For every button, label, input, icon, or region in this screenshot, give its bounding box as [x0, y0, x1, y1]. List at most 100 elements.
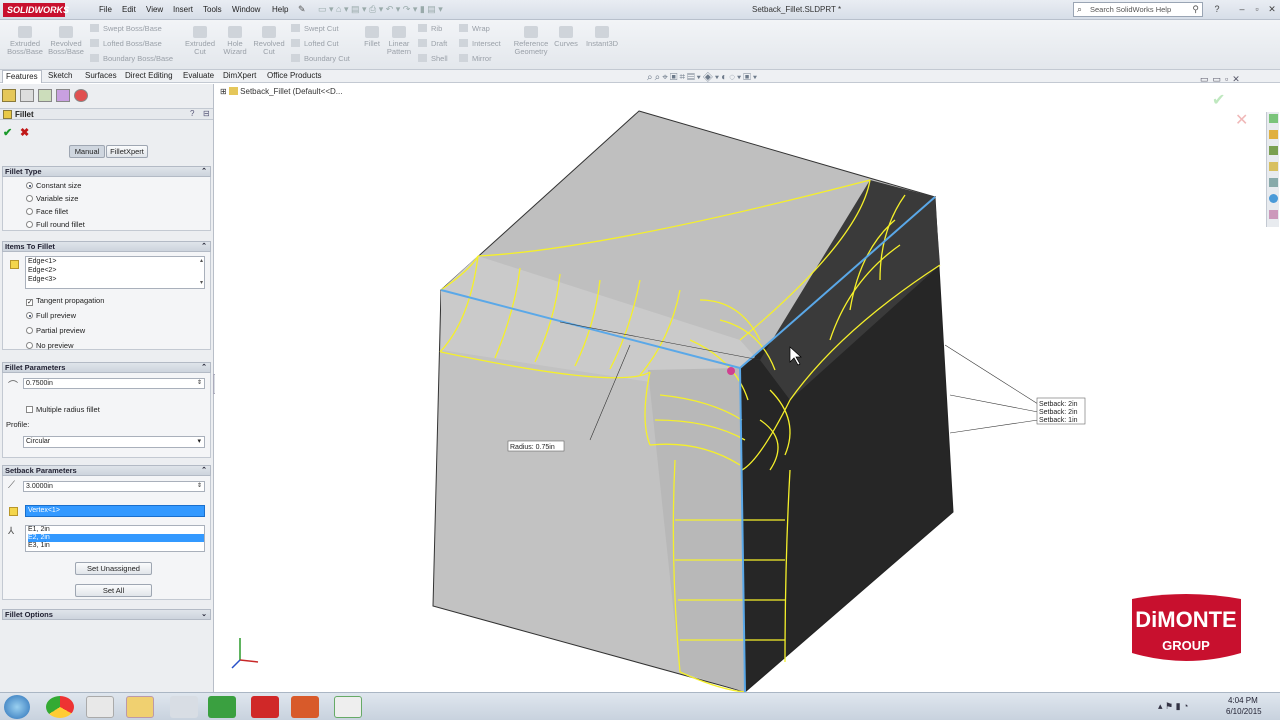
- custom-properties-icon[interactable]: [1269, 210, 1278, 219]
- tab-direct-editing[interactable]: Direct Editing: [122, 70, 176, 83]
- items-to-fillet-header[interactable]: Items To Fillet ⌃: [2, 241, 211, 252]
- edge-list[interactable]: Edge<1> Edge<2> Edge<3> ▴ ▾: [25, 256, 205, 289]
- model-canvas[interactable]: Radius: 0.75in Setback: 2in Setback: 2in…: [215, 84, 1280, 692]
- tab-dimxpert[interactable]: DimXpert: [220, 70, 259, 83]
- boundary-boss-button[interactable]: Boundary Boss/Base: [90, 54, 173, 63]
- solidworks-taskbar-icon[interactable]: [251, 696, 279, 718]
- full-round-fillet-radio[interactable]: Full round fillet: [26, 220, 85, 229]
- heads-up-view-toolbar[interactable]: ⌕⌕⌖▣⌗▤▾◈▾◐◌▾▣▾: [647, 72, 759, 83]
- clock-time[interactable]: 4:04 PM: [1228, 696, 1258, 705]
- feature-manager-icon[interactable]: [2, 89, 16, 102]
- tab-features[interactable]: Features: [2, 70, 42, 83]
- setback-distance-input[interactable]: 3.0000in ⇕: [23, 481, 205, 492]
- fillet-type-header[interactable]: Fillet Type ⌃: [2, 166, 211, 177]
- menu-tools[interactable]: Tools: [203, 5, 222, 14]
- variable-size-radio[interactable]: Variable size: [26, 194, 78, 203]
- chrome-icon[interactable]: [46, 696, 74, 718]
- design-library-icon[interactable]: [1269, 130, 1278, 139]
- lofted-cut-button[interactable]: Lofted Cut: [291, 39, 339, 48]
- no-preview-radio[interactable]: No preview: [26, 341, 74, 350]
- vertex-marker[interactable]: [727, 367, 735, 375]
- intersect-button[interactable]: Intersect: [459, 39, 501, 48]
- tab-surfaces[interactable]: Surfaces: [82, 70, 120, 83]
- swept-cut-button[interactable]: Swept Cut: [291, 24, 339, 33]
- property-manager-icon[interactable]: [20, 89, 34, 102]
- pin-icon[interactable]: ⊟: [203, 109, 210, 118]
- curves-button[interactable]: Curves: [553, 26, 579, 48]
- configuration-manager-icon[interactable]: [38, 89, 52, 102]
- instant3d-button[interactable]: Instant3D: [583, 26, 621, 48]
- radius-callout[interactable]: Radius: 0.75in: [507, 440, 565, 452]
- revolved-cut-button[interactable]: Revolved Cut: [250, 26, 288, 56]
- spinner-icon[interactable]: ⇕: [197, 482, 202, 491]
- mirror-button[interactable]: Mirror: [459, 54, 492, 63]
- snipping-tool-icon[interactable]: [170, 696, 198, 718]
- close-icon[interactable]: ✕: [1266, 4, 1278, 15]
- constant-size-radio[interactable]: Constant size: [26, 181, 81, 190]
- list-item[interactable]: Edge<1>: [28, 257, 204, 266]
- extruded-boss-button[interactable]: Extruded Boss/Base: [6, 26, 44, 56]
- quick-access-icons[interactable]: ▭ ▾ ⌂ ▾ ▤ ▾ ⎙ ▾ ↶ ▾ ↷ ▾ ▮ ▤ ▾: [318, 4, 443, 15]
- file-explorer-icon[interactable]: [126, 696, 154, 718]
- menu-view[interactable]: View: [146, 5, 163, 14]
- reference-geometry-button[interactable]: Reference Geometry: [510, 26, 552, 56]
- fillet-options-header[interactable]: Fillet Options ⌄: [2, 609, 211, 620]
- menu-file[interactable]: File: [99, 5, 112, 14]
- ok-check-icon[interactable]: ✔: [3, 126, 12, 139]
- help-icon[interactable]: ?: [1211, 4, 1223, 15]
- menu-edit[interactable]: Edit: [122, 5, 136, 14]
- tab-evaluate[interactable]: Evaluate: [180, 70, 217, 83]
- rib-button[interactable]: Rib: [418, 24, 442, 33]
- face-fillet-radio[interactable]: Face fillet: [26, 207, 68, 216]
- list-item[interactable]: Edge<2>: [28, 266, 204, 275]
- profile-select[interactable]: Circular ▾: [23, 436, 205, 448]
- cancel-x-icon[interactable]: ✖: [20, 126, 29, 139]
- resources-icon[interactable]: [1269, 114, 1278, 123]
- set-unassigned-button[interactable]: Set Unassigned: [75, 562, 152, 575]
- display-manager-icon[interactable]: [74, 89, 88, 102]
- fillet-parameters-header[interactable]: Fillet Parameters ⌃: [2, 362, 211, 373]
- tab-sketch[interactable]: Sketch: [45, 70, 75, 83]
- tab-office-products[interactable]: Office Products: [264, 70, 325, 83]
- list-item[interactable]: E2, 2in: [28, 534, 204, 542]
- list-item[interactable]: Edge<3>: [28, 275, 204, 284]
- setback-edge-list[interactable]: E1, 2in E2, 2in E3, 1in: [25, 525, 205, 552]
- linear-pattern-button[interactable]: Linear Pattern: [384, 26, 414, 56]
- appearances-icon[interactable]: [1269, 194, 1278, 203]
- folder-icon[interactable]: [1269, 162, 1278, 171]
- file-explorer-icon[interactable]: [1269, 146, 1278, 155]
- lofted-boss-button[interactable]: Lofted Boss/Base: [90, 39, 162, 48]
- tangent-propagation-checkbox[interactable]: ✓ Tangent propagation: [26, 296, 104, 306]
- list-item[interactable]: E3, 1in: [28, 542, 204, 550]
- camtasia-recorder-icon[interactable]: [334, 696, 362, 718]
- media-player-icon[interactable]: [86, 696, 114, 718]
- graphics-area[interactable]: ⊞ Setback_Fillet (Default<<D... ⌕⌕⌖▣⌗▤▾◈…: [215, 72, 1280, 692]
- hole-wizard-button[interactable]: Hole Wizard: [218, 26, 252, 56]
- search-input[interactable]: Search SolidWorks Help ⌕ ⚲: [1073, 2, 1203, 17]
- menu-insert[interactable]: Insert: [173, 5, 193, 14]
- start-button[interactable]: [4, 695, 30, 719]
- magnifier-icon[interactable]: ⚲: [1192, 3, 1199, 16]
- camtasia-icon[interactable]: [208, 696, 236, 718]
- multiple-radius-checkbox[interactable]: Multiple radius fillet: [26, 405, 100, 414]
- revolved-boss-button[interactable]: Revolved Boss/Base: [47, 26, 85, 56]
- manual-tab[interactable]: Manual: [69, 145, 105, 158]
- pin-icon[interactable]: ✎: [298, 4, 306, 15]
- tray-icons[interactable]: ▴ ⚑ ▮ ◔: [1158, 701, 1188, 712]
- clock-date[interactable]: 6/10/2015: [1226, 707, 1262, 716]
- setback-callout[interactable]: Setback: 2in Setback: 2in Setback: 1in: [1036, 397, 1086, 425]
- shell-button[interactable]: Shell: [418, 54, 448, 63]
- powerpoint-icon[interactable]: [291, 696, 319, 718]
- swept-boss-button[interactable]: Swept Boss/Base: [90, 24, 162, 33]
- list-item[interactable]: E1, 2in: [28, 526, 204, 534]
- spinner-icon[interactable]: ⇕: [197, 379, 202, 388]
- filletxpert-tab[interactable]: FilletXpert: [106, 145, 148, 158]
- extruded-cut-button[interactable]: Extruded Cut: [181, 26, 219, 56]
- set-all-button[interactable]: Set All: [75, 584, 152, 597]
- menu-help[interactable]: Help: [272, 5, 288, 14]
- minimize-icon[interactable]: –: [1236, 4, 1248, 15]
- full-preview-radio[interactable]: Full preview: [26, 311, 76, 320]
- setback-parameters-header[interactable]: Setback Parameters ⌃: [2, 465, 211, 476]
- radius-input[interactable]: 0.7500in ⇕: [23, 378, 205, 389]
- view-palette-icon[interactable]: [1269, 178, 1278, 187]
